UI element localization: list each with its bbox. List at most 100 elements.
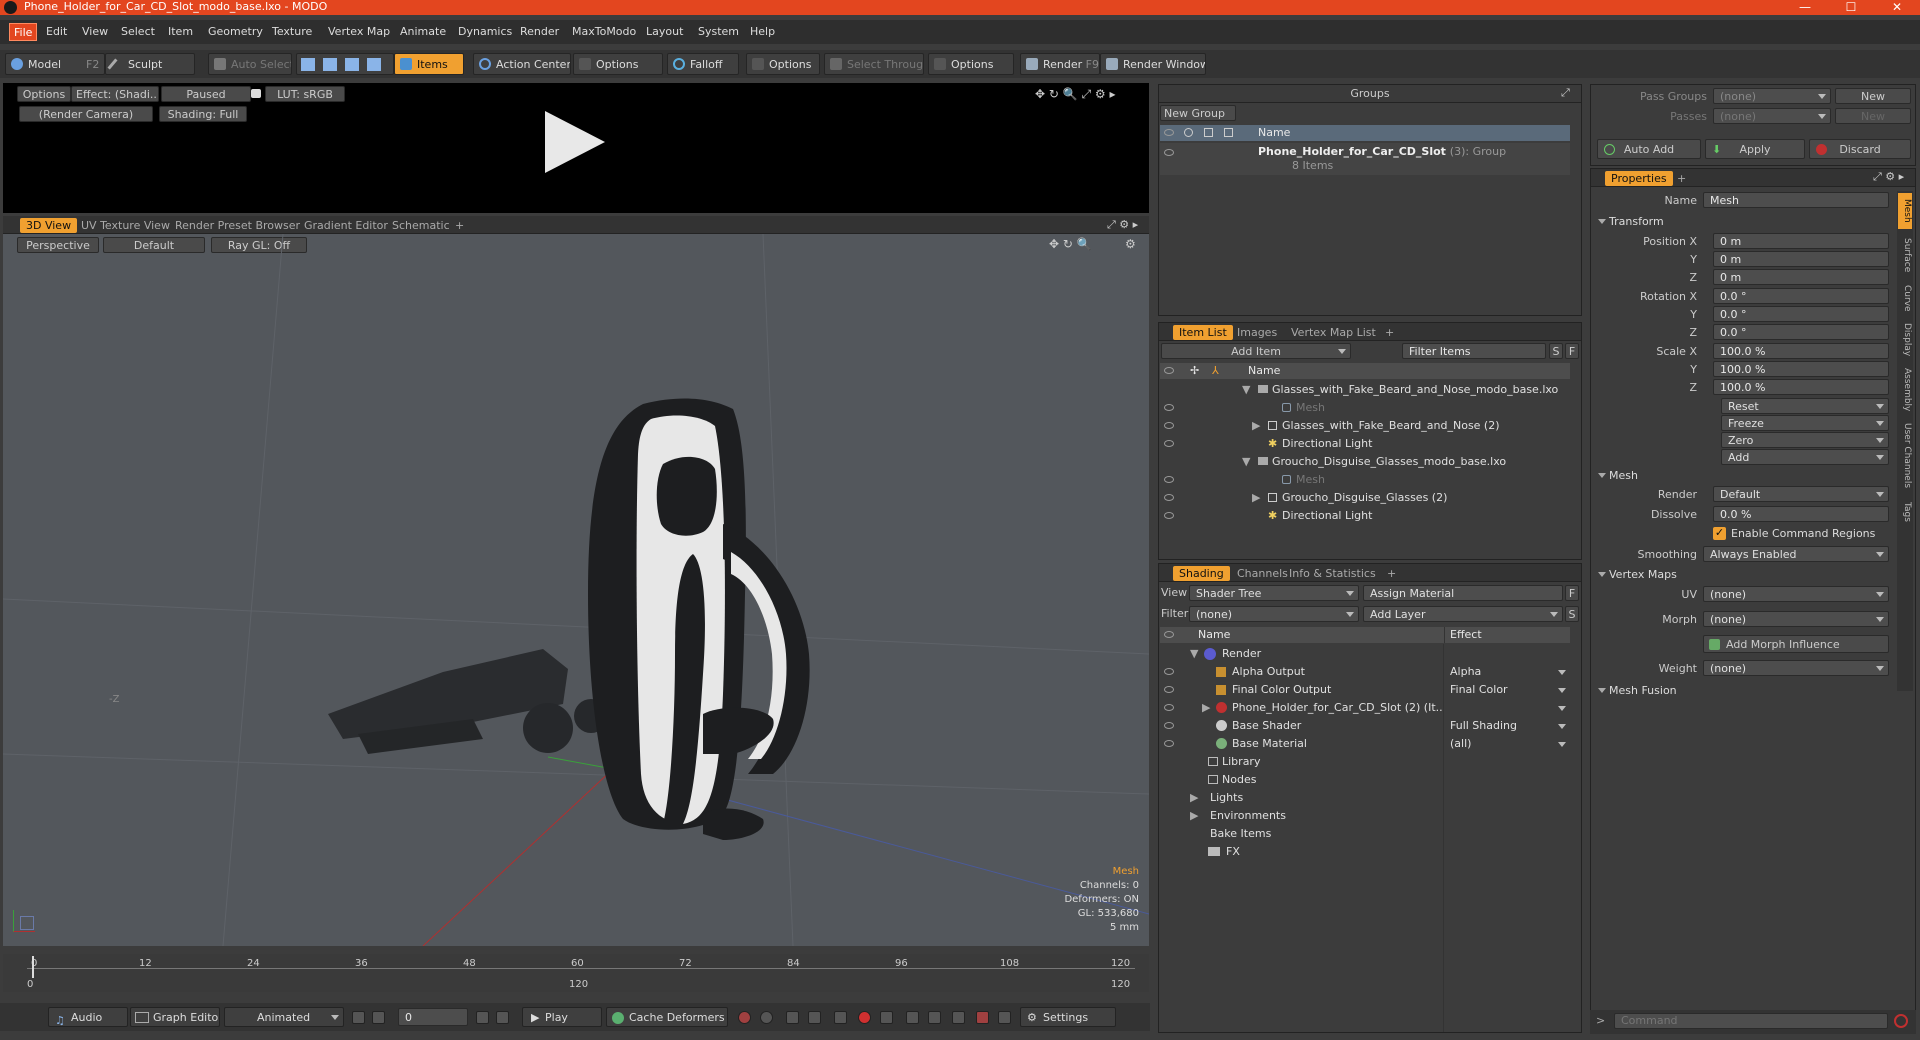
- shader-row[interactable]: FX: [1160, 843, 1570, 861]
- shader-row[interactable]: Alpha Output Alpha: [1160, 663, 1570, 681]
- reset-dropdown[interactable]: Reset: [1721, 398, 1889, 414]
- mesh-section[interactable]: Mesh: [1593, 467, 1638, 484]
- visibility-icon[interactable]: [1164, 367, 1174, 374]
- render-camera-dropdown[interactable]: (Render Camera): [19, 106, 153, 122]
- edges-mode-icon[interactable]: [323, 58, 337, 71]
- properties-expand-icon[interactable]: ⤢ ⚙ ▸: [1873, 170, 1904, 184]
- menu-view[interactable]: View: [78, 23, 112, 41]
- add-tab-button[interactable]: +: [1379, 325, 1400, 340]
- frame-field[interactable]: 0: [398, 1008, 468, 1026]
- menu-file[interactable]: File: [9, 23, 38, 41]
- select-column-icon[interactable]: [1224, 128, 1233, 137]
- command-input[interactable]: [1614, 1013, 1888, 1029]
- 3d-viewport[interactable]: Perspective Default Ray GL: Off ✥ ↻ 🔍 ⚙ …: [3, 234, 1149, 946]
- key-next-icon[interactable]: [928, 1011, 941, 1024]
- visibility-icon[interactable]: [1164, 129, 1174, 136]
- action-center-button[interactable]: Action Center: [473, 53, 571, 75]
- side-tab-assembly[interactable]: Assembly: [1898, 365, 1912, 415]
- tab-3d-view[interactable]: 3D View: [20, 218, 78, 233]
- step-forward-icon[interactable]: [476, 1011, 489, 1024]
- rotation-x-field[interactable]: 0.0 °: [1713, 288, 1889, 304]
- tab-item-list[interactable]: Item List: [1173, 325, 1233, 340]
- key-clear-icon[interactable]: [998, 1011, 1011, 1024]
- shader-row[interactable]: Final Color Output Final Color: [1160, 681, 1570, 699]
- menu-item[interactable]: Item: [164, 23, 197, 41]
- groups-expand-icon[interactable]: ⤢: [1561, 86, 1570, 100]
- menu-layout[interactable]: Layout: [642, 23, 687, 41]
- preview-options-button[interactable]: Options: [17, 86, 71, 102]
- filter-items-input[interactable]: Filter Items: [1402, 343, 1546, 359]
- tab-gradient-editor[interactable]: Gradient Editor: [298, 218, 394, 233]
- menu-edit[interactable]: Edit: [42, 23, 71, 41]
- record-icon[interactable]: [858, 1011, 871, 1024]
- lut-dropdown[interactable]: LUT: sRGB: [265, 86, 345, 102]
- item-row[interactable]: ▶ Glasses_with_Fake_Beard_and_Nose (2): [1160, 417, 1570, 435]
- new-pass-button[interactable]: New: [1835, 108, 1911, 124]
- filter-s-button[interactable]: S: [1549, 343, 1563, 359]
- new-group-button[interactable]: New Group: [1160, 105, 1236, 121]
- side-tab-surface[interactable]: Surface: [1898, 233, 1912, 277]
- maximize-button[interactable]: ☐: [1836, 0, 1866, 15]
- item-row[interactable]: Mesh: [1160, 471, 1570, 489]
- shader-row[interactable]: ▶ Phone_Holder_for_Car_CD_Slot (2) (It...: [1160, 699, 1570, 717]
- add-tab-button[interactable]: +: [1671, 171, 1692, 186]
- select-through-options-button[interactable]: Options: [928, 53, 1014, 75]
- timeline[interactable]: 0 12 24 36 48 60 72 84 96 108 120 0 120 …: [3, 954, 1149, 992]
- lock-icon[interactable]: ✢: [1190, 363, 1199, 379]
- playhead[interactable]: [32, 956, 34, 978]
- vertex-maps-section[interactable]: Vertex Maps: [1593, 566, 1677, 583]
- scale-z-field[interactable]: 100.0 %: [1713, 379, 1889, 395]
- cache-deformers-button[interactable]: Cache Deformers: [606, 1007, 728, 1027]
- preview-nav-icons[interactable]: ✥ ↻ 🔍 ⤢ ⚙ ▸: [1035, 87, 1135, 101]
- add-tab-button[interactable]: +: [1381, 566, 1402, 581]
- mesh-fusion-section[interactable]: Mesh Fusion: [1593, 682, 1677, 699]
- polygons-mode-icon[interactable]: [345, 58, 359, 71]
- item-row[interactable]: ▼ Groucho_Disguise_Glasses_modo_base.lxo: [1160, 453, 1570, 471]
- shader-row[interactable]: ▶ Lights: [1160, 789, 1570, 807]
- pass-groups-dropdown[interactable]: (none): [1713, 88, 1831, 104]
- s-button[interactable]: S: [1565, 606, 1579, 622]
- preview-effect-dropdown[interactable]: Effect: (Shadi...: [71, 86, 159, 102]
- render-dropdown[interactable]: Default: [1713, 486, 1889, 502]
- select-through-button[interactable]: Select Through: [824, 53, 924, 75]
- menu-render[interactable]: Render: [516, 23, 563, 41]
- new-pass-group-button[interactable]: New: [1835, 88, 1911, 104]
- auto-add-button[interactable]: Auto Add: [1597, 139, 1701, 159]
- add-tab-button[interactable]: +: [449, 218, 470, 233]
- visibility-icon[interactable]: [1164, 631, 1174, 638]
- shader-row[interactable]: Base Material (all): [1160, 735, 1570, 753]
- item-row[interactable]: ▼ Glasses_with_Fake_Beard_and_Nose_modo_b…: [1160, 381, 1570, 399]
- render-window-button[interactable]: Render Window: [1100, 53, 1206, 75]
- filter-f-button[interactable]: F: [1565, 343, 1579, 359]
- tab-images[interactable]: Images: [1231, 325, 1283, 340]
- lock-icon[interactable]: [251, 89, 261, 98]
- key-edit-icon[interactable]: [834, 1011, 847, 1024]
- add-dropdown[interactable]: Add: [1721, 449, 1889, 465]
- freeze-dropdown[interactable]: Freeze: [1721, 415, 1889, 431]
- weight-dropdown[interactable]: (none): [1703, 660, 1889, 676]
- action-center-options-button[interactable]: Options: [573, 53, 663, 75]
- go-start-icon[interactable]: [352, 1011, 365, 1024]
- zero-dropdown[interactable]: Zero: [1721, 432, 1889, 448]
- item-row[interactable]: Mesh: [1160, 399, 1570, 417]
- render-button[interactable]: Render F9: [1020, 53, 1100, 75]
- lock-column-icon[interactable]: [1204, 128, 1213, 137]
- menu-texture[interactable]: Texture: [268, 23, 316, 41]
- menu-vertex-map[interactable]: Vertex Map: [324, 23, 394, 41]
- items-mode-button[interactable]: Items: [394, 53, 464, 75]
- passes-dropdown[interactable]: (none): [1713, 108, 1831, 124]
- rotation-y-field[interactable]: 0.0 °: [1713, 306, 1889, 322]
- smoothing-dropdown[interactable]: Always Enabled: [1703, 546, 1889, 562]
- menu-select[interactable]: Select: [117, 23, 159, 41]
- menu-system[interactable]: System: [694, 23, 743, 41]
- scale-y-field[interactable]: 100.0 %: [1713, 361, 1889, 377]
- falloff-options-button[interactable]: Options: [746, 53, 820, 75]
- position-x-field[interactable]: 0 m: [1713, 233, 1889, 249]
- shader-row[interactable]: Nodes: [1160, 771, 1570, 789]
- vertices-mode-icon[interactable]: [301, 58, 315, 71]
- key-channel-icon[interactable]: [952, 1011, 965, 1024]
- visibility-icon[interactable]: [1164, 149, 1174, 156]
- sculpt-mode-button[interactable]: Sculpt: [105, 53, 195, 75]
- shader-row[interactable]: ▼ Render: [1160, 645, 1570, 663]
- audio-button[interactable]: ♫ Audio: [48, 1007, 128, 1027]
